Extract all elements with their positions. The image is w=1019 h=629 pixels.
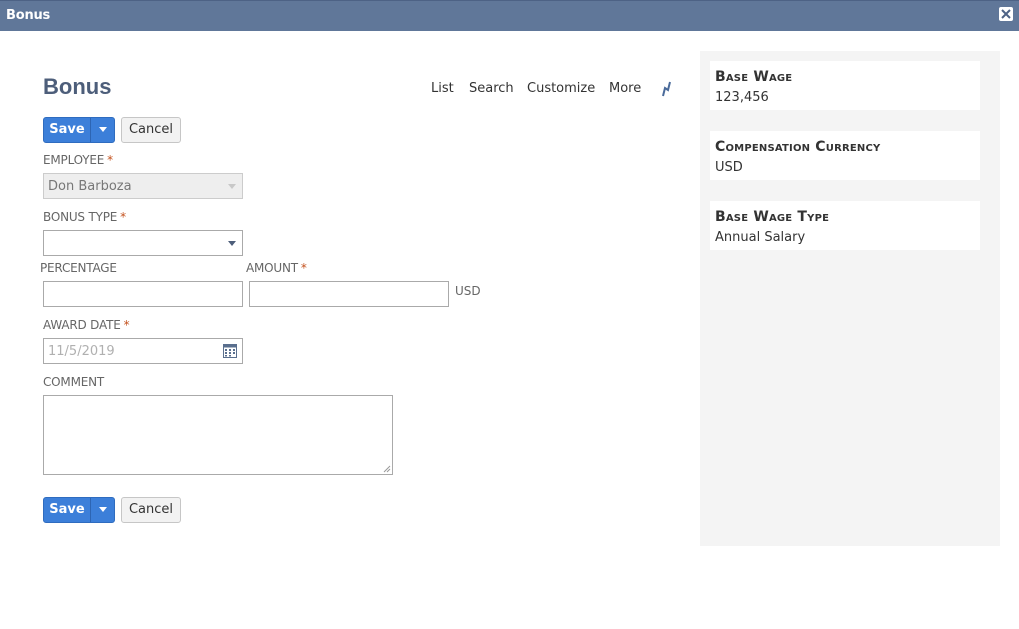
- card-value: 123,456: [715, 90, 769, 105]
- card-title: Compensation Currency: [715, 139, 881, 155]
- chevron-down-icon: [228, 184, 236, 189]
- award-date-label: Award Date *: [43, 318, 130, 332]
- cancel-button-bottom[interactable]: Cancel: [121, 497, 181, 523]
- employee-label: Employee *: [43, 153, 113, 167]
- save-button-label[interactable]: Save: [44, 118, 90, 142]
- window-title: Bonus: [6, 8, 51, 23]
- required-mark: *: [120, 210, 126, 224]
- base-wage-card: Base Wage 123,456: [710, 61, 980, 110]
- required-mark: *: [300, 261, 307, 275]
- percentage-input[interactable]: [43, 281, 243, 307]
- compensation-currency-card: Compensation Currency USD: [710, 131, 980, 180]
- employee-value: Don Barboza: [48, 179, 132, 194]
- chevron-down-icon[interactable]: [228, 241, 236, 247]
- page-title: Bonus: [43, 74, 112, 99]
- required-mark: *: [123, 318, 130, 332]
- close-icon: [1001, 9, 1011, 19]
- amount-label-text: Amount: [246, 261, 298, 275]
- nav-customize-link[interactable]: Customize: [527, 81, 595, 96]
- nav-more-link[interactable]: More: [609, 81, 641, 96]
- bonus-type-label-text: Bonus Type: [43, 210, 118, 224]
- bonus-type-select[interactable]: [43, 230, 243, 256]
- employee-select: Don Barboza: [43, 173, 243, 199]
- amount-label: Amount *: [246, 261, 307, 275]
- chevron-down-icon: [99, 127, 107, 132]
- cancel-button-top[interactable]: Cancel: [121, 117, 181, 143]
- required-mark: *: [107, 153, 113, 167]
- resize-grip-icon[interactable]: [383, 465, 391, 473]
- nav-list-link[interactable]: List: [431, 81, 454, 96]
- calendar-icon[interactable]: [223, 344, 237, 358]
- base-wage-type-card: Base Wage Type Annual Salary: [710, 201, 980, 250]
- save-button-top[interactable]: Save: [43, 117, 115, 143]
- window-titlebar: Bonus: [0, 0, 1019, 31]
- card-value: Annual Salary: [715, 230, 806, 245]
- award-date-label-text: Award Date: [43, 318, 121, 332]
- save-options-button[interactable]: [91, 498, 114, 522]
- chevron-down-icon: [99, 507, 107, 512]
- save-button-bottom[interactable]: Save: [43, 497, 115, 523]
- summary-panel: Base Wage 123,456 Compensation Currency …: [700, 51, 1000, 546]
- pin-icon[interactable]: [660, 80, 672, 98]
- amount-input[interactable]: [249, 281, 449, 307]
- comment-label-text: Comment: [43, 375, 105, 389]
- card-title: Base Wage: [715, 69, 793, 85]
- save-button-label[interactable]: Save: [44, 498, 90, 522]
- save-options-button[interactable]: [91, 118, 114, 142]
- comment-textarea[interactable]: [43, 395, 393, 475]
- award-date-placeholder: 11/5/2019: [48, 344, 115, 359]
- percentage-label-text: Percentage: [40, 261, 117, 275]
- card-value: USD: [715, 160, 743, 175]
- award-date-input[interactable]: 11/5/2019: [43, 338, 243, 364]
- comment-label: Comment: [43, 375, 104, 389]
- close-button[interactable]: [999, 7, 1013, 21]
- nav-search-link[interactable]: Search: [469, 81, 514, 96]
- amount-currency-unit: USD: [455, 284, 481, 298]
- card-title: Base Wage Type: [715, 209, 830, 225]
- employee-label-text: Employee: [43, 153, 105, 167]
- percentage-label: Percentage: [40, 261, 117, 275]
- bonus-type-label: Bonus Type *: [43, 210, 126, 224]
